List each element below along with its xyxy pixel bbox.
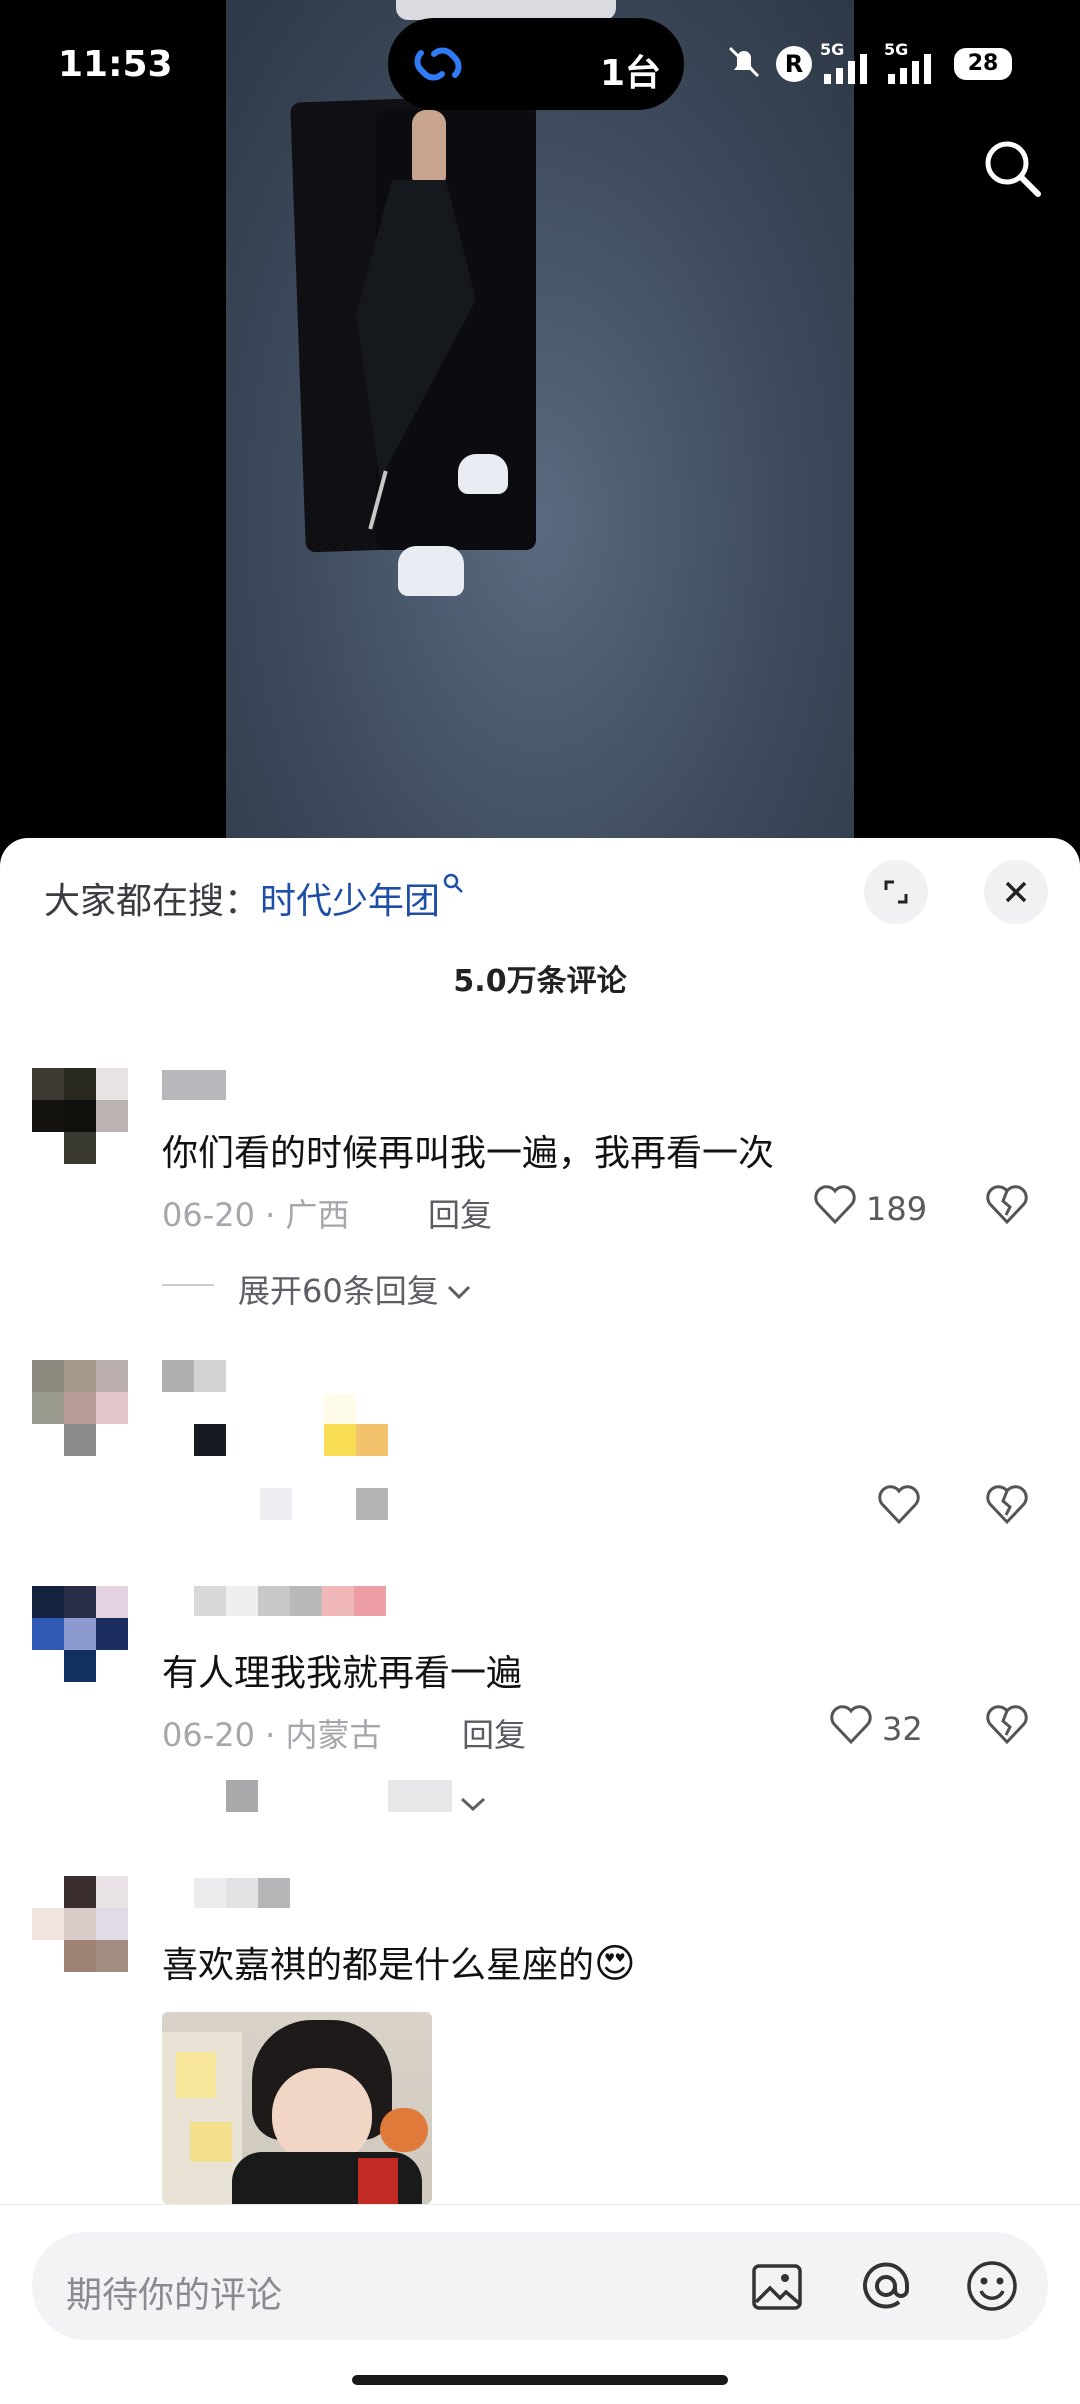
signal-icon-2 <box>888 54 931 84</box>
expand-redacted-2 <box>388 1780 452 1812</box>
username-redacted-2 <box>194 1360 226 1392</box>
home-indicator[interactable] <box>352 2375 728 2385</box>
expand-redacted[interactable] <box>226 1780 258 1812</box>
expand-replies[interactable]: 展开60条回复 <box>238 1266 473 1312</box>
dynamic-island[interactable]: 1台 <box>388 18 684 110</box>
avatar[interactable] <box>32 1360 128 1456</box>
expand-replies-label: 展开60条回复 <box>238 1272 439 1310</box>
like-count: 32 <box>882 1710 923 1748</box>
username-redacted[interactable] <box>194 1878 226 1908</box>
username-redacted-4 <box>290 1586 322 1616</box>
image-note-2 <box>190 2122 232 2162</box>
heart-icon[interactable] <box>876 1482 922 1526</box>
comment-redacted-5 <box>260 1488 292 1520</box>
heart-icon[interactable] <box>828 1702 874 1746</box>
hand <box>412 110 446 190</box>
comment-image[interactable] <box>162 2012 432 2204</box>
close-icon <box>1005 881 1027 903</box>
broken-heart-icon[interactable] <box>984 1482 1030 1526</box>
heart-eyes-emoji: 😍 <box>594 1941 636 1987</box>
comment-redacted-6 <box>356 1488 388 1520</box>
avatar[interactable] <box>32 1586 144 1682</box>
comment-input[interactable]: 期待你的评论 <box>32 2232 1048 2340</box>
link-icon <box>414 47 462 81</box>
heart-icon[interactable] <box>812 1182 858 1226</box>
search-small-icon <box>443 873 463 893</box>
comment-text: 喜欢嘉祺的都是什么星座的😍 <box>162 1936 636 1988</box>
search-icon[interactable] <box>980 136 1044 200</box>
comment-redacted <box>194 1424 226 1456</box>
username-redacted[interactable] <box>162 1070 226 1100</box>
smile-icon[interactable] <box>964 2258 1020 2314</box>
reply-button[interactable]: 回复 <box>428 1190 492 1236</box>
expand-icon <box>884 880 908 904</box>
username-redacted[interactable] <box>194 1586 226 1616</box>
comment-input-placeholder: 期待你的评论 <box>66 2275 283 2316</box>
comment-date: 06-20 <box>162 1716 255 1754</box>
shoe-left <box>398 546 464 596</box>
comments-count: 5.0万条评论 <box>453 964 627 999</box>
reply-button[interactable]: 回复 <box>462 1710 526 1756</box>
username-redacted-2 <box>226 1586 258 1616</box>
signal-icon <box>824 54 867 84</box>
avatar[interactable] <box>32 1876 128 1972</box>
comment-location: 广西 <box>285 1196 350 1234</box>
image-toy <box>380 2108 428 2152</box>
username-redacted-5 <box>322 1586 354 1616</box>
comments-sheet: 大家都在搜：时代少年团 5.0万条评论 你们看的时候再叫我一遍，我再看一次 06… <box>0 838 1080 2403</box>
comment-redacted-2 <box>324 1394 356 1424</box>
chevron-down-icon[interactable] <box>458 1794 488 1814</box>
comment-text: 你们看的时候再叫我一遍，我再看一次 <box>162 1133 775 1174</box>
shoe-right <box>458 454 508 494</box>
search-hint-term[interactable]: 时代少年团 <box>260 881 440 922</box>
image-note <box>176 2052 216 2098</box>
video-frame <box>226 0 854 870</box>
status-time: 11:53 <box>58 44 173 85</box>
broken-heart-icon[interactable] <box>984 1182 1030 1226</box>
username-redacted-6 <box>354 1586 386 1616</box>
username-redacted-3 <box>258 1878 290 1908</box>
comment-text: 有人理我我就再看一遍 <box>162 1653 523 1694</box>
shirt-hem <box>396 0 616 20</box>
avatar[interactable] <box>32 1068 128 1164</box>
expand-divider <box>162 1284 214 1286</box>
comment-location: 内蒙古 <box>285 1716 382 1754</box>
comment-redacted-3 <box>324 1424 356 1456</box>
username-redacted-3 <box>258 1586 290 1616</box>
island-label: 1台 <box>600 53 662 94</box>
comment-meta: 06-20 · 内蒙古 <box>162 1716 382 1754</box>
like-count: 189 <box>866 1190 928 1228</box>
comment-meta: 06-20 · 广西 <box>162 1196 350 1234</box>
r-badge-icon: R <box>776 46 812 82</box>
close-button[interactable] <box>984 860 1048 924</box>
comment-text-body: 喜欢嘉祺的都是什么星座的 <box>162 1945 595 1986</box>
comment-redacted-4 <box>356 1424 388 1456</box>
image-icon[interactable] <box>750 2260 804 2314</box>
image-face <box>272 2068 372 2164</box>
username-redacted[interactable] <box>162 1360 194 1392</box>
battery-level: 28 <box>967 51 999 76</box>
comment-date: 06-20 <box>162 1196 255 1234</box>
search-hint-prefix: 大家都在搜： <box>44 881 261 922</box>
image-red-accent <box>358 2158 398 2204</box>
video-player[interactable] <box>0 0 1080 870</box>
at-icon[interactable] <box>858 2258 914 2314</box>
broken-heart-icon[interactable] <box>984 1702 1030 1746</box>
expand-button[interactable] <box>864 860 928 924</box>
chevron-down-icon <box>447 1285 470 1300</box>
mute-bell-icon <box>728 46 760 78</box>
username-redacted-2 <box>226 1878 258 1908</box>
battery-icon: 28 <box>954 48 1012 80</box>
search-hint[interactable]: 大家都在搜：时代少年团 <box>44 872 464 924</box>
